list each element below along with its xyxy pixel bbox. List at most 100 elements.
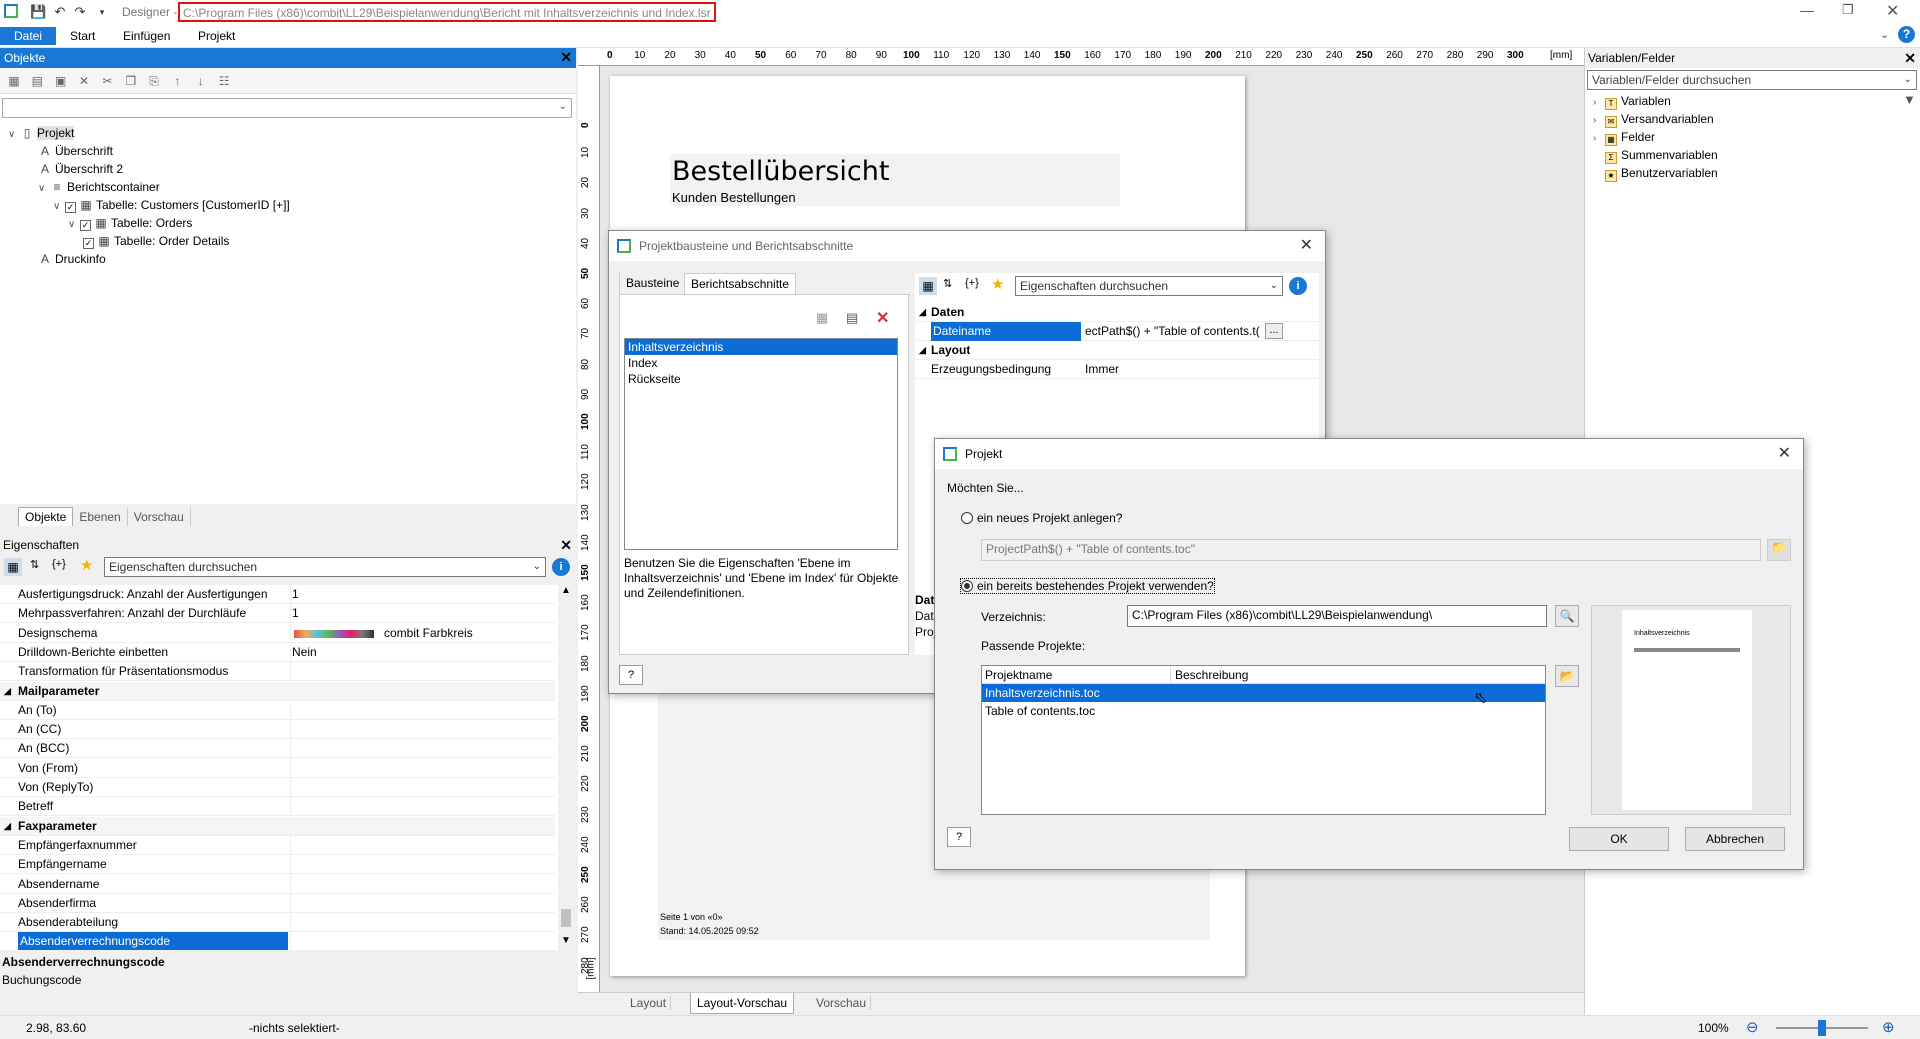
property-section[interactable]: ◢ Layout bbox=[915, 341, 1319, 360]
tree-item[interactable]: A Überschrift bbox=[38, 142, 113, 160]
property-row[interactable]: Erzeugungsbedingung Immer bbox=[915, 360, 1319, 379]
section-list-item[interactable]: Inhaltsverzeichnis bbox=[625, 339, 897, 355]
property-section[interactable]: ◢ Daten bbox=[915, 303, 1319, 322]
column-projektname[interactable]: Projektname bbox=[985, 666, 1052, 684]
tree-item[interactable]: ✓ ▦ Tabelle: Order Details bbox=[83, 232, 229, 250]
tab-preview[interactable]: Vorschau bbox=[812, 996, 872, 1010]
move-up-icon[interactable]: ↑ bbox=[167, 71, 187, 91]
save-icon[interactable]: 💾 bbox=[30, 4, 46, 20]
ribbon-collapse-icon[interactable]: ⌄ bbox=[1880, 28, 1889, 41]
variables-panel-close-icon[interactable]: ✕ bbox=[1904, 48, 1916, 68]
zoom-out-icon[interactable]: ⊖ bbox=[1746, 1018, 1759, 1036]
tree-item[interactable]: ∨ ▯ Projekt bbox=[8, 124, 75, 144]
tab-ebenen[interactable]: Ebenen bbox=[73, 508, 128, 526]
property-row[interactable]: Drilldown-Berichte einbetten Nein bbox=[0, 642, 555, 662]
property-row[interactable]: Ausfertigungsdruck: Anzahl der Ausfertig… bbox=[0, 585, 555, 604]
sort-az-icon[interactable]: ⇅ bbox=[30, 558, 39, 571]
property-section[interactable]: ◢ Mailparameter bbox=[0, 681, 555, 701]
page-title-block[interactable]: Bestellübersicht Kunden Bestellungen bbox=[670, 154, 1120, 206]
property-row[interactable]: Mehrpassverfahren: Anzahl der Durchläufe… bbox=[0, 604, 555, 624]
expand-chevron-icon[interactable]: ∨ bbox=[68, 216, 80, 234]
delete-icon[interactable]: ✕ bbox=[74, 71, 94, 91]
tree-item[interactable]: ∨ ✓ ▦ Tabelle: Orders bbox=[68, 214, 192, 232]
sort-az-icon[interactable]: ⇅ bbox=[943, 277, 952, 290]
project-list-item[interactable]: Inhaltsverzeichnis.toc bbox=[982, 684, 1545, 702]
structure-icon[interactable]: ☷ bbox=[214, 71, 234, 91]
property-row[interactable]: An (CC) bbox=[0, 720, 555, 740]
variable-group[interactable]: › ▦ Felder bbox=[1593, 128, 1655, 146]
objects-filter-combo[interactable]: ⌄ bbox=[2, 98, 572, 118]
expand-chevron-icon[interactable]: ∨ bbox=[38, 180, 50, 198]
ellipsis-button[interactable]: ... bbox=[1265, 323, 1283, 339]
categorized-view-icon[interactable]: ▦ bbox=[919, 277, 937, 295]
properties-icon[interactable]: ▣ bbox=[51, 71, 71, 91]
move-down-icon[interactable]: ↓ bbox=[191, 71, 211, 91]
variable-group[interactable]: › ✉ Versandvariablen bbox=[1593, 110, 1714, 128]
property-row[interactable]: Transformation für Präsentationsmodus bbox=[0, 662, 555, 682]
tree-item[interactable]: A Druckinfo bbox=[38, 250, 106, 268]
tree-item[interactable]: ∨ ≡ Berichtscontainer bbox=[38, 178, 160, 196]
property-row[interactable]: Betreff bbox=[0, 797, 555, 817]
info-icon[interactable]: i bbox=[1289, 277, 1307, 295]
expand-collapse-icon[interactable]: {+} bbox=[965, 277, 979, 289]
page-footer[interactable]: Seite 1 von «0» Stand: 14.05.2025 09:52 bbox=[658, 910, 1210, 940]
cut-icon[interactable]: ✂ bbox=[97, 71, 117, 91]
undo-icon[interactable]: ↶ bbox=[52, 4, 68, 20]
section-list-item[interactable]: Rückseite bbox=[625, 371, 897, 387]
sections-props-search-input[interactable]: Eigenschaften durchsuchen ⌄ bbox=[1015, 276, 1283, 296]
paste-icon[interactable]: ⎘ bbox=[144, 71, 164, 91]
scroll-up-icon[interactable]: ▲ bbox=[561, 585, 571, 596]
minimize-icon[interactable]: — bbox=[1800, 2, 1814, 18]
visibility-checkbox[interactable]: ✓ bbox=[65, 202, 76, 213]
expand-chevron-icon[interactable]: ∨ bbox=[8, 126, 20, 144]
edit-section-icon[interactable]: ▤ bbox=[846, 310, 858, 326]
collapse-triangle-icon[interactable]: ◢ bbox=[919, 303, 926, 322]
menu-start[interactable]: Start bbox=[60, 27, 105, 45]
variable-group[interactable]: ★ Benutzervariablen bbox=[1593, 164, 1718, 182]
property-row[interactable]: Dateiname ectPath$() + "Table of contents… bbox=[915, 322, 1319, 341]
properties-panel-close-icon[interactable]: ✕ bbox=[560, 535, 572, 555]
restore-icon[interactable]: ❐ bbox=[1842, 2, 1854, 18]
expand-collapse-icon[interactable]: {+} bbox=[52, 558, 66, 570]
favorites-star-icon[interactable]: ★ bbox=[991, 275, 1004, 293]
zoom-in-icon[interactable]: ⊕ bbox=[1882, 1018, 1895, 1036]
project-list-item[interactable]: Table of contents.toc bbox=[982, 702, 1545, 720]
column-beschreibung[interactable]: Beschreibung bbox=[1170, 666, 1248, 684]
directory-search-icon[interactable]: 🔍 bbox=[1555, 605, 1579, 627]
close-window-icon[interactable]: ✕ bbox=[1886, 1, 1899, 21]
info-icon[interactable]: i bbox=[552, 558, 570, 576]
property-row[interactable]: Absenderabteilung bbox=[0, 913, 555, 933]
properties-scrollbar[interactable]: ▲ ▼ bbox=[558, 585, 574, 950]
objects-panel-close-icon[interactable]: ✕ bbox=[560, 49, 572, 66]
variable-group[interactable]: Σ Summenvariablen bbox=[1593, 146, 1718, 164]
property-row[interactable]: An (BCC) bbox=[0, 739, 555, 759]
tab-bausteine[interactable]: Bausteine bbox=[620, 273, 687, 293]
menu-einfuegen[interactable]: Einfügen bbox=[113, 27, 180, 45]
delete-section-icon[interactable]: ✕ bbox=[876, 308, 889, 328]
cancel-button[interactable]: Abbrechen bbox=[1685, 827, 1785, 851]
sections-help-button[interactable]: ? bbox=[619, 665, 643, 685]
property-row[interactable]: An (To) bbox=[0, 700, 555, 720]
visibility-checkbox[interactable]: ✓ bbox=[80, 220, 91, 231]
ok-button[interactable]: OK bbox=[1569, 827, 1669, 851]
project-help-button[interactable]: ? bbox=[947, 827, 971, 847]
property-row[interactable]: Empfängername bbox=[0, 855, 555, 875]
table-icon[interactable]: ▤ bbox=[27, 71, 47, 91]
zoom-slider-thumb[interactable] bbox=[1818, 1020, 1826, 1036]
directory-input[interactable]: C:\Program Files (x86)\combit\LL29\Beisp… bbox=[1127, 605, 1547, 627]
scroll-thumb[interactable] bbox=[561, 909, 571, 927]
quick-access-dropdown-icon[interactable]: ▾ bbox=[94, 4, 110, 20]
tree-item[interactable]: ∨ ✓ ▦ Tabelle: Customers [CustomerID [+]] bbox=[53, 196, 290, 214]
tab-layout[interactable]: Layout bbox=[626, 996, 672, 1010]
radio-new-project[interactable] bbox=[961, 512, 973, 524]
collapse-triangle-icon[interactable]: ◢ bbox=[919, 341, 926, 360]
variable-group[interactable]: › T Variablen bbox=[1593, 92, 1671, 110]
new-object-icon[interactable]: ▦ bbox=[4, 71, 24, 91]
property-section[interactable]: ◢ Faxparameter bbox=[0, 816, 555, 836]
property-row[interactable]: Designschema combit Farbkreis bbox=[0, 623, 555, 643]
copy-icon[interactable]: ❐ bbox=[121, 71, 141, 91]
sections-dialog-close-icon[interactable]: ✕ bbox=[1300, 231, 1313, 261]
radio-existing-project[interactable] bbox=[961, 580, 973, 592]
option-new-project[interactable]: ein neues Projekt anlegen? bbox=[961, 511, 1122, 525]
properties-search-input[interactable]: Eigenschaften durchsuchen ⌄ bbox=[104, 557, 546, 577]
